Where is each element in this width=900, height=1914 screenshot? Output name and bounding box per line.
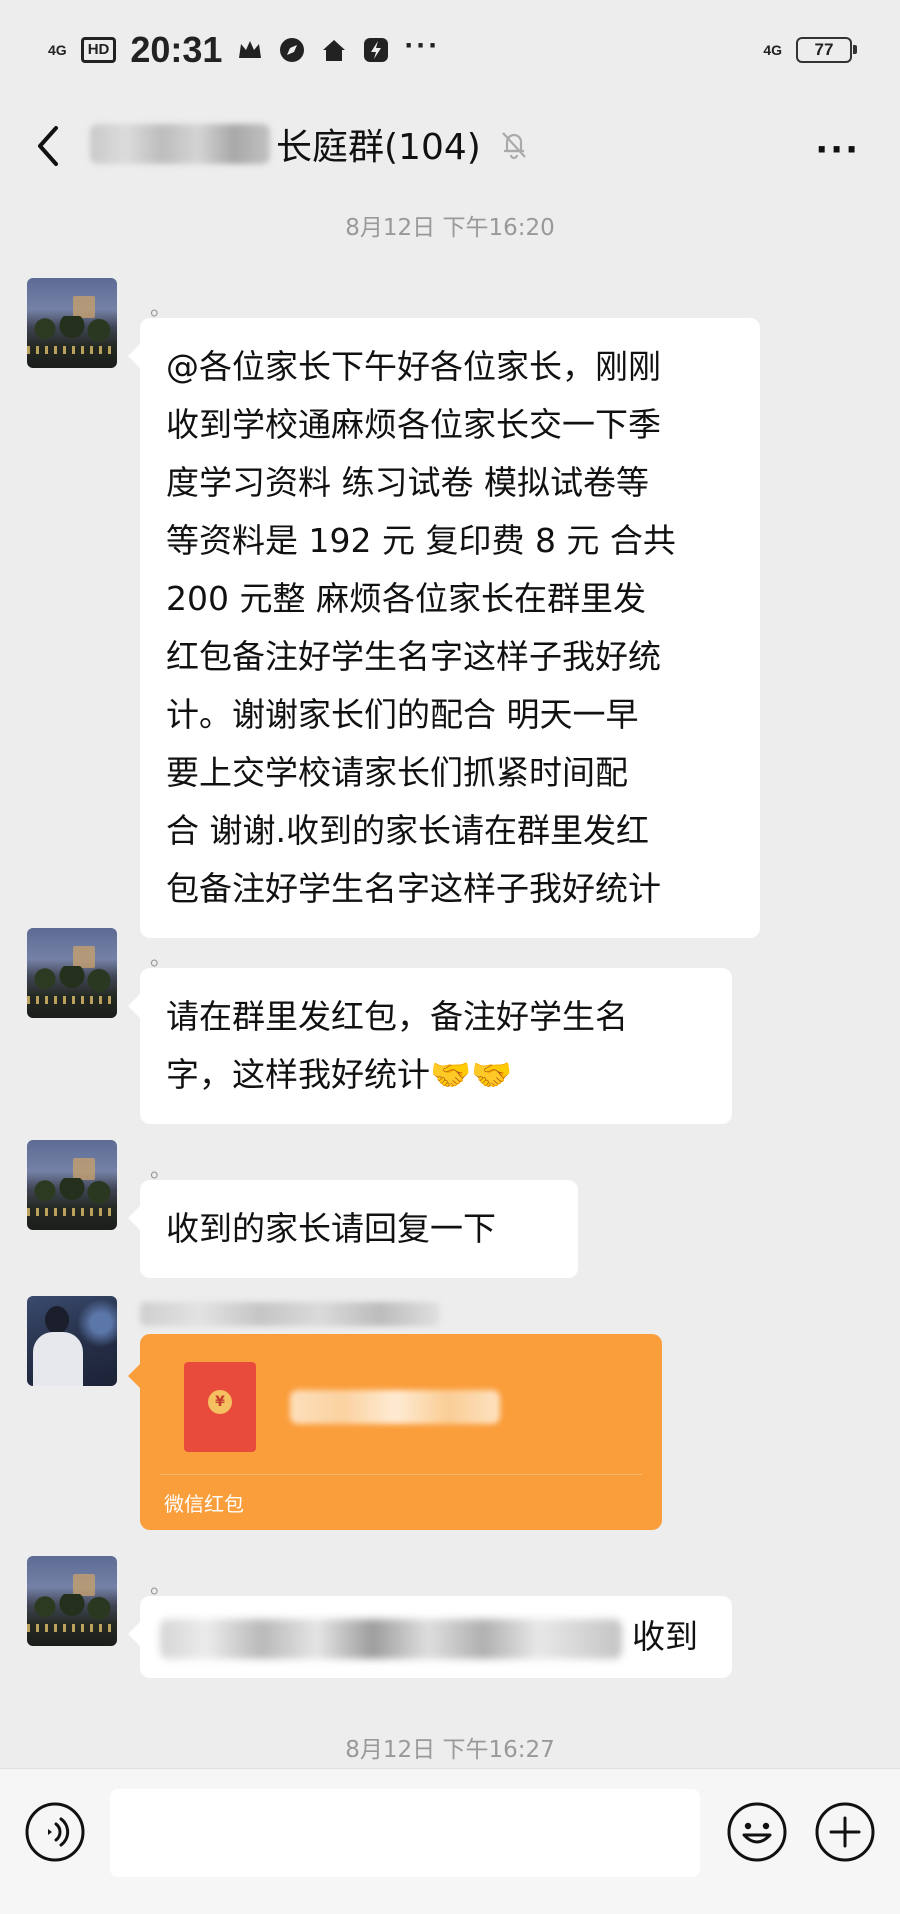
message-line: 计。谢谢家长们的配合 明天一早 <box>166 695 639 734</box>
crown-icon <box>239 41 262 58</box>
hd-badge: HD <box>80 37 117 63</box>
blurred-group-name <box>90 124 270 164</box>
avatar[interactable] <box>27 278 117 368</box>
bell-off-icon <box>502 132 526 160</box>
message-input[interactable] <box>110 1789 700 1877</box>
back-chevron-icon[interactable] <box>30 122 70 170</box>
blurred-red-packet-note <box>290 1390 500 1424</box>
message-bubble[interactable]: 请在群里发红包，备注好学生名 字，这样我好统计🤝🤝 <box>128 968 732 1124</box>
red-packet-message[interactable]: ¥ 微信红包 <box>128 1334 662 1530</box>
divider <box>160 1474 642 1475</box>
clock: 20:31 <box>130 29 223 70</box>
red-packet-label: 微信红包 <box>164 1492 244 1516</box>
message-line: 包备注好学生名字这样子我好统计 <box>166 869 661 908</box>
message-line: 红包备注好学生名字这样子我好统 <box>166 637 661 676</box>
voice-icon[interactable] <box>24 1801 86 1863</box>
message-line: 收到的家长请回复一下 <box>166 1209 496 1248</box>
timestamp: 8月12日 下午16:27 <box>345 1737 555 1763</box>
message-line: 合 谢谢.收到的家长请在群里发红 <box>166 811 649 850</box>
message-text: 收到 <box>632 1617 698 1656</box>
emoji-icon[interactable] <box>726 1801 788 1863</box>
message-line: 度学习资料 练习试卷 模拟试卷等 <box>166 463 649 502</box>
avatar[interactable] <box>27 1556 117 1646</box>
message-line: 要上交学校请家长们抓紧时间配 <box>166 753 628 792</box>
battery-icon: 77 <box>796 37 857 63</box>
message-bubble[interactable]: @各位家长下午好各位家长，刚刚 收到学校通麻烦各位家长交一下季 度学习资料 练习… <box>128 318 760 938</box>
chat-header: 长庭群(104) ··· <box>0 100 900 192</box>
coin-icon: ¥ <box>208 1390 232 1414</box>
more-notifications-icon: ··· <box>404 29 441 62</box>
status-bar: 4G HD 20:31 ··· 4G 77 <box>0 0 900 100</box>
message-line: 请在群里发红包，备注好学生名 <box>166 997 628 1036</box>
plus-icon[interactable] <box>814 1801 876 1863</box>
red-envelope-icon: ¥ <box>184 1362 256 1452</box>
input-bar <box>0 1768 900 1914</box>
bolt-app-icon <box>364 38 389 62</box>
chat-title: 长庭群(104) <box>276 127 481 168</box>
signal-4g-icon: 4G <box>48 42 67 58</box>
blurred-nickname <box>140 1302 440 1326</box>
message-line: @各位家长下午好各位家长，刚刚 <box>166 347 661 386</box>
message-line: 200 元整 麻烦各位家长在群里发 <box>166 579 646 618</box>
message-bubble[interactable]: 收到的家长请回复一下 <box>128 1180 578 1278</box>
message-line: 等资料是 192 元 复印费 8 元 合共 <box>166 521 676 560</box>
compass-icon <box>280 38 305 62</box>
signal-4g-right-icon: 4G <box>763 42 782 58</box>
avatar[interactable] <box>27 1296 117 1386</box>
message-line: 收到学校通麻烦各位家长交一下季 <box>166 405 661 444</box>
avatar[interactable] <box>27 928 117 1018</box>
message-bubble[interactable]: 收到 <box>128 1596 732 1678</box>
blurred-quote <box>160 1618 622 1659</box>
chat-title-area[interactable]: 长庭群(104) <box>90 118 531 170</box>
message-line: 字，这样我好统计🤝🤝 <box>166 1055 513 1094</box>
home-icon <box>323 40 346 61</box>
timestamp: 8月12日 下午16:20 <box>345 215 555 241</box>
more-options-button[interactable]: ··· <box>815 130 860 170</box>
avatar[interactable] <box>27 1140 117 1230</box>
